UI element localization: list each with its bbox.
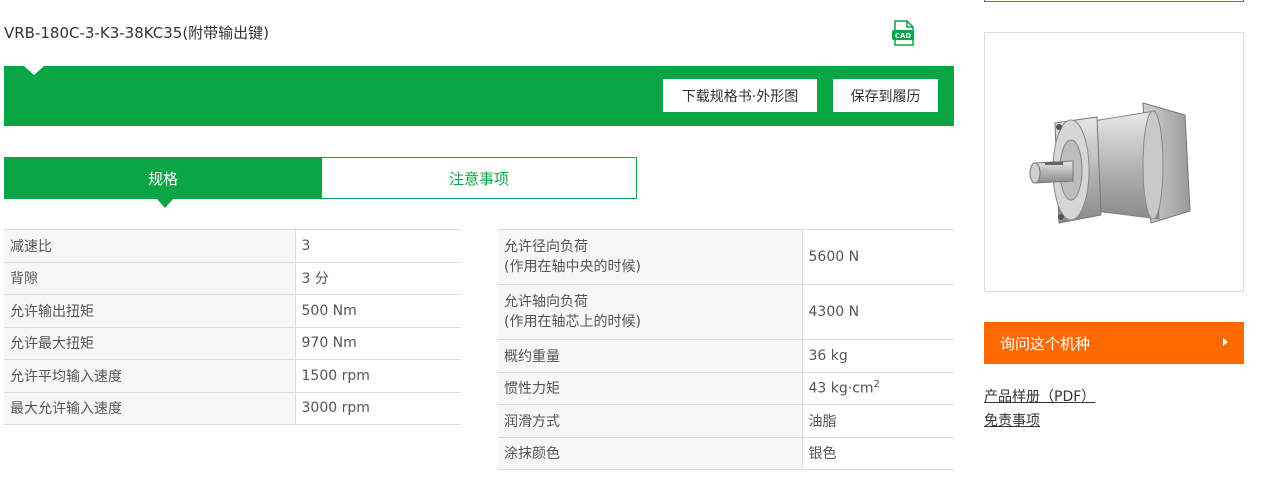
disclaimer-link[interactable]: 免责事项 bbox=[984, 410, 1040, 430]
spec-label: 涂抹颜色 bbox=[498, 437, 803, 470]
spec-value: 500 Nm bbox=[295, 294, 460, 328]
table-row: 允许径向负荷 (作用在轴中央的时候) 5600 N bbox=[498, 229, 954, 285]
spec-label: 允许最大扭矩 bbox=[4, 327, 296, 360]
tab-active-arrow bbox=[156, 198, 174, 208]
table-row: 允许平均输入速度 1500 rpm bbox=[4, 359, 460, 393]
spec-sublabel: (作用在轴芯上的时候) bbox=[504, 314, 641, 330]
spec-tabs: 规格 注意事项 bbox=[4, 157, 637, 208]
spec-label: 惯性力矩 bbox=[498, 372, 803, 405]
spec-table-left: 减速比 3 背隙 3 分 允许输出扭矩 500 Nm 允许最大扭矩 970 Nm… bbox=[4, 229, 460, 425]
spec-value: 油脂 bbox=[802, 404, 954, 438]
spec-label: 允许轴向负荷 bbox=[504, 294, 588, 310]
spec-value: 银色 bbox=[802, 437, 954, 470]
cad-download-icon[interactable]: CAD bbox=[890, 20, 916, 47]
spec-label-cell: 允许轴向负荷 (作用在轴芯上的时候) bbox=[498, 284, 803, 340]
spec-label-cell: 允许径向负荷 (作用在轴中央的时候) bbox=[498, 229, 803, 285]
catalog-pdf-link[interactable]: 产品样册（PDF） bbox=[984, 386, 1095, 406]
spec-value: 36 kg bbox=[802, 339, 954, 373]
spec-sublabel: (作用在轴中央的时候) bbox=[504, 259, 641, 275]
spec-value: 3000 rpm bbox=[295, 392, 460, 425]
action-bar-notch bbox=[24, 66, 44, 75]
spec-label: 允许平均输入速度 bbox=[4, 359, 296, 393]
table-row: 减速比 3 bbox=[4, 229, 460, 263]
spec-value: 1500 rpm bbox=[295, 359, 460, 393]
spec-value: 3 分 bbox=[295, 262, 460, 295]
table-row: 概约重量 36 kg bbox=[498, 339, 954, 373]
download-spec-button[interactable]: 下载规格书·外形图 bbox=[663, 79, 817, 112]
product-image bbox=[984, 32, 1244, 292]
table-row: 背隙 3 分 bbox=[4, 262, 460, 295]
table-row: 允许最大扭矩 970 Nm bbox=[4, 327, 460, 360]
table-row: 最大允许输入速度 3000 rpm bbox=[4, 392, 460, 425]
table-row: 允许输出扭矩 500 Nm bbox=[4, 294, 460, 328]
sidebar-top-border bbox=[984, 0, 1244, 2]
spec-value: 970 Nm bbox=[295, 327, 460, 360]
spec-label: 允许径向负荷 bbox=[504, 239, 588, 255]
spec-label: 减速比 bbox=[4, 229, 296, 263]
spec-label: 允许输出扭矩 bbox=[4, 294, 296, 328]
spec-value: 5600 N bbox=[802, 229, 954, 285]
cad-icon-text: CAD bbox=[895, 32, 912, 40]
spec-value-cell: 43 kg·cm2 bbox=[802, 372, 954, 405]
spec-value: 43 kg·cm bbox=[808, 381, 874, 398]
caret-right-icon bbox=[1223, 338, 1228, 346]
table-row: 润滑方式 油脂 bbox=[498, 404, 954, 438]
spec-label: 背隙 bbox=[4, 262, 296, 295]
tab-notes-label: 注意事项 bbox=[448, 169, 509, 188]
save-history-button[interactable]: 保存到履历 bbox=[833, 79, 938, 112]
table-row: 惯性力矩 43 kg·cm2 bbox=[498, 372, 954, 405]
spec-label: 润滑方式 bbox=[498, 404, 803, 438]
action-bar: 下载规格书·外形图 保存到履历 bbox=[4, 66, 954, 126]
table-row: 允许轴向负荷 (作用在轴芯上的时候) 4300 N bbox=[498, 284, 954, 340]
inquiry-button[interactable]: 询问这个机种 bbox=[984, 322, 1244, 364]
table-row: 涂抹颜色 银色 bbox=[498, 437, 954, 470]
inquiry-button-label: 询问这个机种 bbox=[1000, 334, 1091, 353]
spec-value: 4300 N bbox=[802, 284, 954, 340]
spec-value-superscript: 2 bbox=[873, 379, 880, 391]
tab-spec-label: 规格 bbox=[147, 169, 178, 188]
spec-label: 最大允许输入速度 bbox=[4, 392, 296, 425]
tab-spec[interactable]: 规格 bbox=[4, 157, 322, 208]
product-title: VRB-180C-3-K3-38KC35(附带输出键) bbox=[4, 24, 270, 42]
spec-value: 3 bbox=[295, 229, 460, 263]
spec-table-right: 允许径向负荷 (作用在轴中央的时候) 5600 N 允许轴向负荷 (作用在轴芯上… bbox=[498, 229, 954, 470]
spec-label: 概约重量 bbox=[498, 339, 803, 373]
tab-notes[interactable]: 注意事项 bbox=[322, 157, 637, 199]
